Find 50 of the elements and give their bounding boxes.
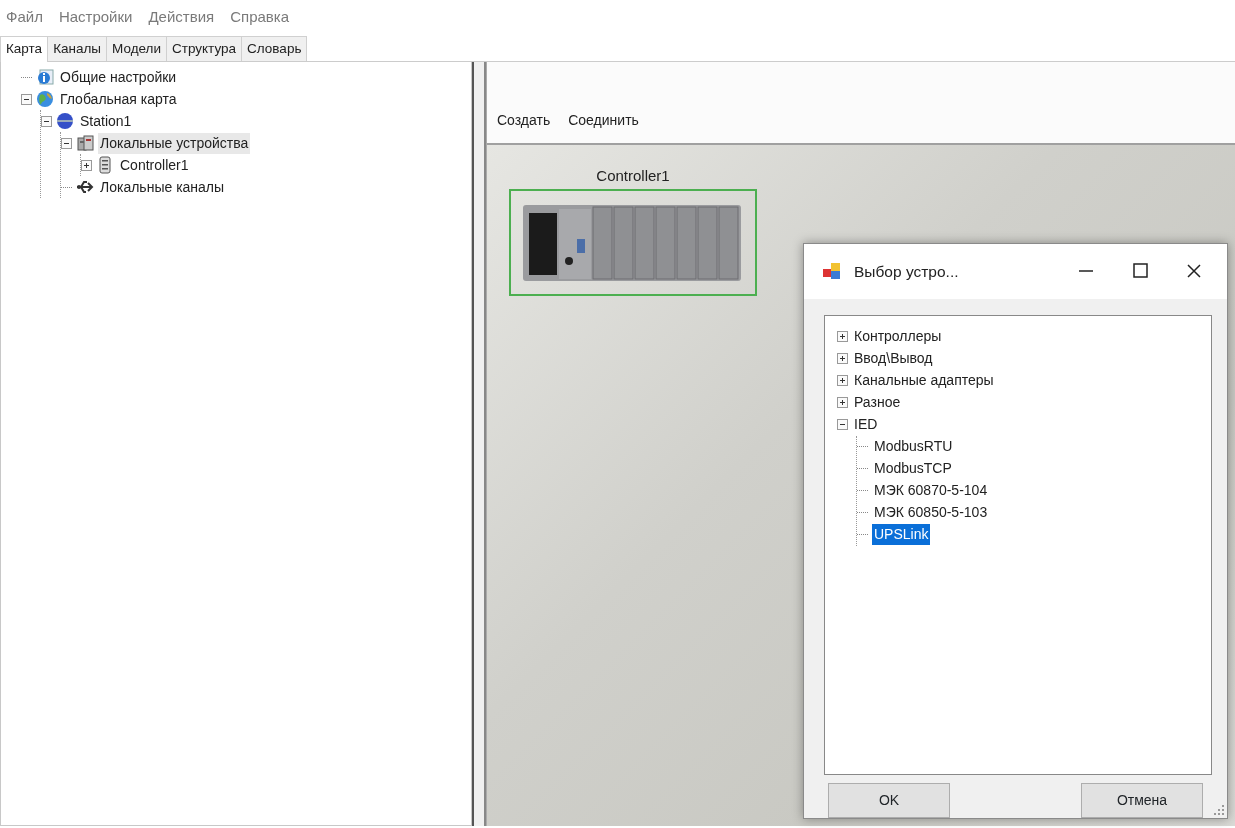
tree-item[interactable]: Локальные каналы <box>98 176 227 198</box>
tree-item[interactable]: Канальные адаптеры <box>852 370 996 392</box>
tree-item[interactable]: Station1 <box>78 110 134 132</box>
tree-item[interactable]: Локальные устройства <box>98 132 251 154</box>
ok-button[interactable]: OK <box>828 783 950 818</box>
tree-item[interactable]: МЭК 60870-5-104 <box>872 480 990 502</box>
menu-item[interactable]: Файл <box>6 6 43 36</box>
splitter[interactable] <box>472 62 486 826</box>
window-title: Выбор устро... <box>854 261 959 282</box>
expand-toggle[interactable] <box>81 159 92 171</box>
tree-item[interactable]: Общие настройки <box>58 66 179 88</box>
collapse-toggle[interactable] <box>837 419 848 431</box>
tab[interactable]: Словарь <box>241 36 308 61</box>
tree-item[interactable]: ModbusTCP <box>872 458 954 480</box>
tab[interactable]: Карта <box>0 36 49 62</box>
usb-icon <box>76 178 94 196</box>
tree-item[interactable]: Контроллеры <box>852 326 944 348</box>
expand-toggle[interactable] <box>837 397 848 409</box>
server-rack-icon <box>76 134 94 152</box>
tree-item[interactable]: Глобальная карта <box>58 88 179 110</box>
tree-item[interactable]: МЭК 60850-5-103 <box>872 502 990 524</box>
tree-item[interactable]: UPSLink <box>872 524 931 546</box>
server-icon <box>96 156 114 174</box>
resize-grip-icon <box>1214 805 1224 815</box>
app-icon <box>822 261 842 282</box>
collapse-toggle[interactable] <box>61 137 72 149</box>
collapse-toggle[interactable] <box>41 115 52 127</box>
toolbar-button[interactable]: Соединить <box>568 110 639 143</box>
tree-item[interactable]: ModbusRTU <box>872 436 955 458</box>
sphere-icon <box>56 112 74 130</box>
menu-item[interactable]: Действия <box>148 6 215 36</box>
toolbar-button[interactable]: Создать <box>497 110 551 143</box>
collapse-toggle[interactable] <box>21 93 32 105</box>
tree-item[interactable]: IED <box>852 414 880 436</box>
expand-toggle[interactable] <box>837 331 848 343</box>
info-icon <box>36 68 54 86</box>
cancel-button[interactable]: Отмена <box>1081 783 1203 818</box>
node-label: Controller1 <box>595 166 671 186</box>
tree-item[interactable]: Ввод\Вывод <box>852 348 935 370</box>
expand-toggle[interactable] <box>837 375 848 387</box>
expand-toggle[interactable] <box>837 353 848 365</box>
tab[interactable]: Каналы <box>47 36 108 61</box>
menu-item[interactable]: Справка <box>230 6 290 36</box>
tree-item[interactable]: Разное <box>852 392 903 414</box>
controller-node[interactable] <box>509 188 757 296</box>
tree-item[interactable]: Controller1 <box>118 154 191 176</box>
tab[interactable]: Структура <box>166 36 243 61</box>
menu-item[interactable]: Настройки <box>58 6 133 36</box>
tab[interactable]: Модели <box>106 36 167 61</box>
globe-icon <box>36 90 54 108</box>
